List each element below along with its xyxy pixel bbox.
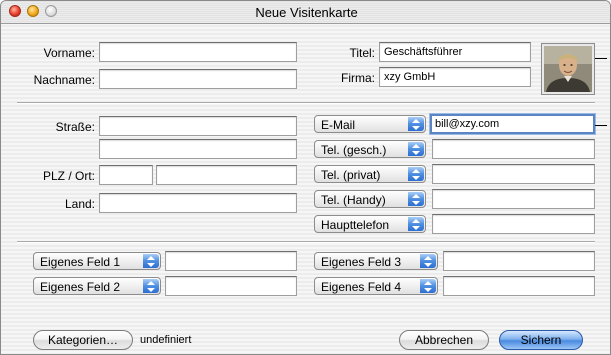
custom-field-popup-4[interactable]: Eigenes Feld 4 <box>314 277 438 295</box>
title-bar: Neue Visitenkarte <box>1 1 610 24</box>
contact-type-label: Tel. (gesch.) <box>321 143 387 157</box>
separator-middle <box>17 241 595 243</box>
photo-connector-line <box>595 58 607 59</box>
street-field[interactable] <box>99 116 297 136</box>
separator-top <box>17 102 595 104</box>
zip-city-label: PLZ / Ort: <box>42 169 95 183</box>
window-title: Neue Visitenkarte <box>255 5 358 20</box>
contact-type-popup-mobile-phone[interactable]: Tel. (Handy) <box>314 190 426 208</box>
custom-field-type-label: Eigenes Feld 4 <box>321 280 402 294</box>
contact-type-label: Tel. (privat) <box>321 168 381 182</box>
contact-type-label: Tel. (Handy) <box>321 193 386 207</box>
person-photo-icon <box>544 46 592 92</box>
updown-arrows-icon <box>408 192 424 206</box>
street-line2-field[interactable] <box>99 139 297 159</box>
contact-photo[interactable] <box>541 43 595 95</box>
custom-field-type-label: Eigenes Feld 1 <box>40 255 121 269</box>
email-field[interactable]: bill@xzy.com <box>430 114 595 134</box>
custom-field-popup-1[interactable]: Eigenes Feld 1 <box>33 252 161 270</box>
city-field[interactable] <box>156 165 297 185</box>
country-label: Land: <box>64 197 95 211</box>
updown-arrows-icon <box>408 117 424 131</box>
custom-field-3-input[interactable] <box>443 251 595 271</box>
custom-field-type-label: Eigenes Feld 2 <box>40 280 121 294</box>
first-name-label: Vorname: <box>43 46 95 60</box>
main-phone-field[interactable] <box>432 214 595 234</box>
updown-arrows-icon <box>143 254 159 268</box>
updown-arrows-icon <box>408 142 424 156</box>
street-label: Straße: <box>55 120 95 134</box>
custom-field-type-label: Eigenes Feld 3 <box>321 255 402 269</box>
custom-field-popup-2[interactable]: Eigenes Feld 2 <box>33 277 161 295</box>
updown-arrows-icon <box>143 279 159 293</box>
updown-arrows-icon <box>408 217 424 231</box>
company-label: Firma: <box>341 71 375 85</box>
email-connector-line <box>595 125 607 126</box>
job-title-field[interactable]: Geschäftsführer <box>379 42 531 62</box>
contact-type-popup-work-phone[interactable]: Tel. (gesch.) <box>314 140 426 158</box>
updown-arrows-icon <box>420 254 436 268</box>
cancel-button[interactable]: Abbrechen <box>399 330 489 350</box>
title-label: Titel: <box>349 46 375 60</box>
updown-arrows-icon <box>408 167 424 181</box>
contact-type-popup-home-phone[interactable]: Tel. (privat) <box>314 165 426 183</box>
mobile-phone-field[interactable] <box>432 189 595 209</box>
custom-field-1-input[interactable] <box>165 251 297 271</box>
custom-field-2-input[interactable] <box>165 276 297 296</box>
country-field[interactable] <box>99 193 297 213</box>
contact-type-popup-main-phone[interactable]: Haupttelefon <box>314 215 426 233</box>
categories-button[interactable]: Kategorien… <box>33 330 133 350</box>
category-status-text: undefiniert <box>140 334 192 346</box>
custom-field-popup-3[interactable]: Eigenes Feld 3 <box>314 252 438 270</box>
company-field[interactable]: xzy GmbH <box>379 67 531 87</box>
custom-field-4-input[interactable] <box>443 276 595 296</box>
first-name-field[interactable] <box>99 42 297 62</box>
updown-arrows-icon <box>420 279 436 293</box>
save-button[interactable]: Sichern <box>499 330 583 350</box>
last-name-label: Nachname: <box>33 73 95 87</box>
contact-type-label: E-Mail <box>321 118 356 132</box>
work-phone-field[interactable] <box>432 139 595 159</box>
last-name-field[interactable] <box>99 69 297 89</box>
new-contact-window: Neue Visitenkarte Vorname: Nachname: Tit… <box>0 0 611 355</box>
contact-type-popup-email[interactable]: E-Mail <box>314 115 426 133</box>
zip-field[interactable] <box>99 165 153 185</box>
home-phone-field[interactable] <box>432 164 595 184</box>
contact-type-label: Haupttelefon <box>321 218 390 232</box>
